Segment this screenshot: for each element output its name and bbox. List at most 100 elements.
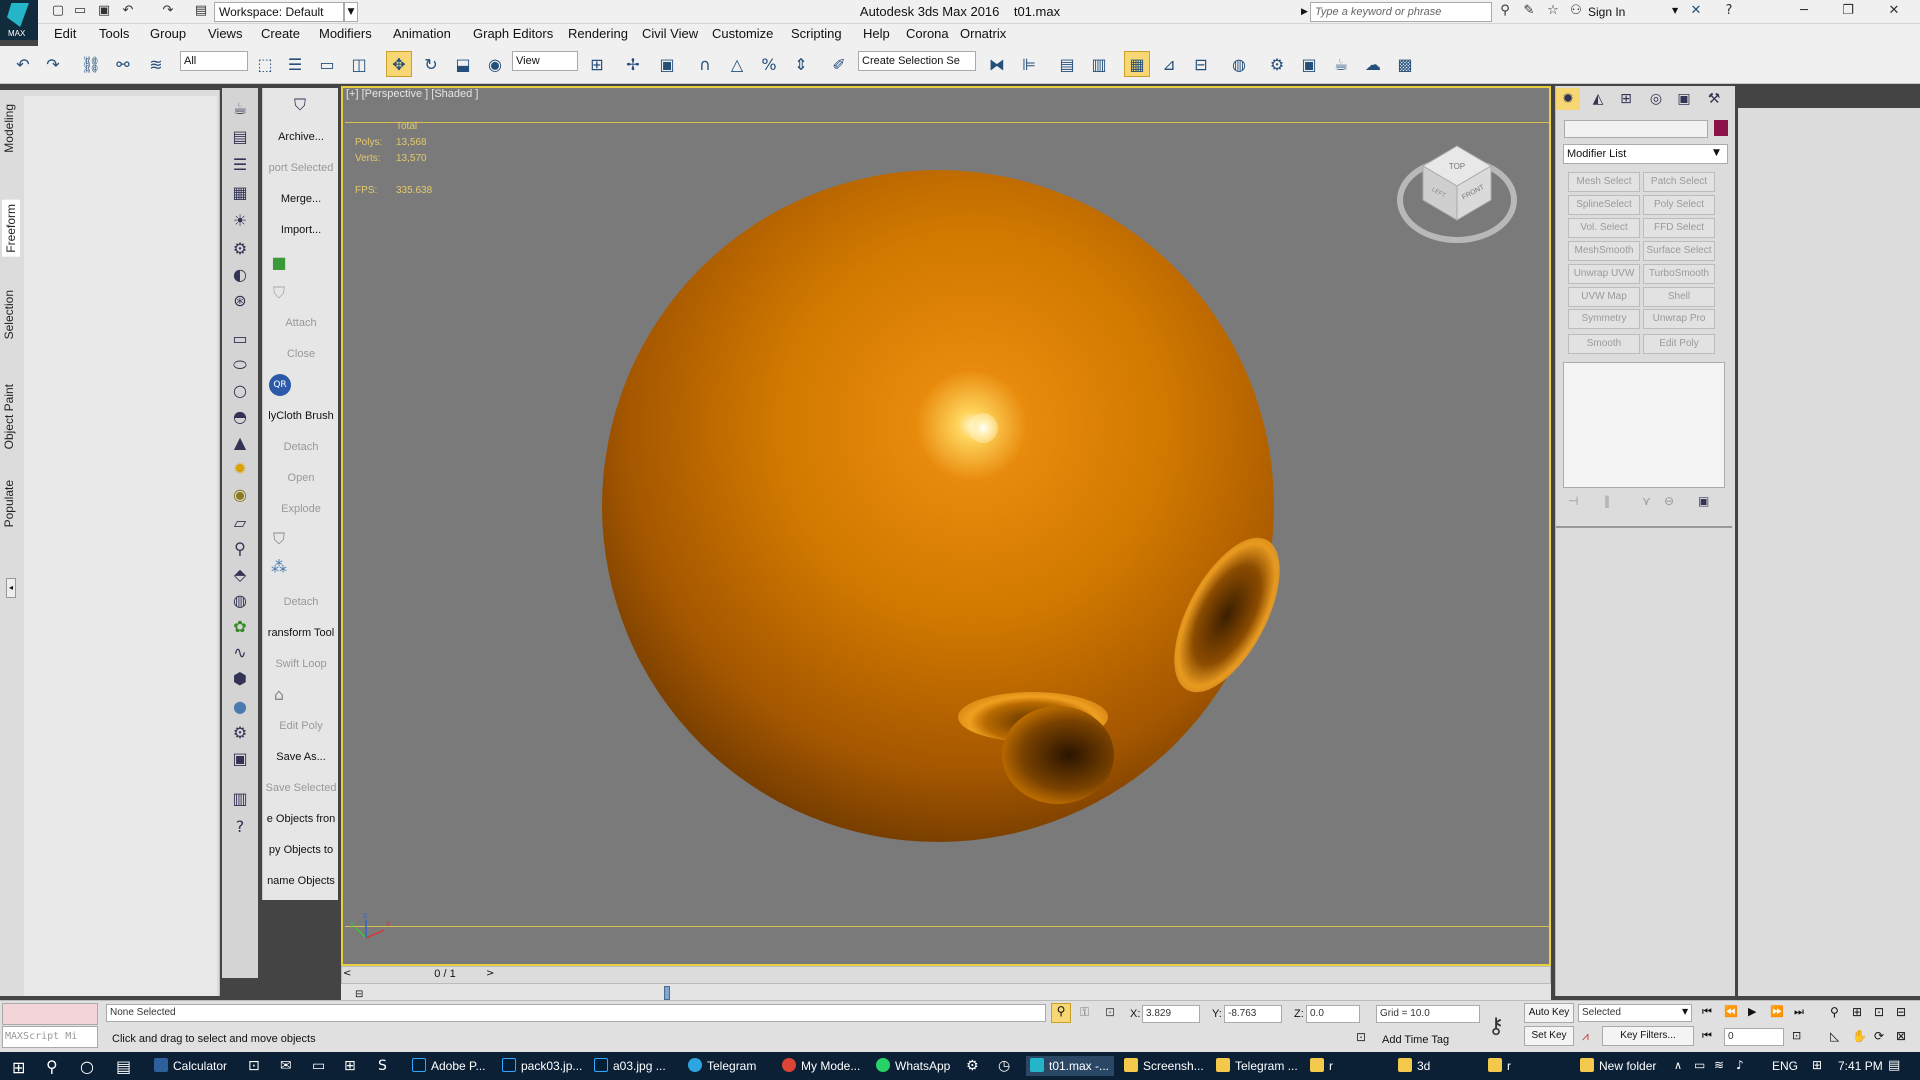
taskbar-chrome[interactable]: My Mode... — [778, 1056, 868, 1076]
rope-icon[interactable]: ∿ — [229, 642, 251, 664]
surface-select-button[interactable]: Surface Select — [1643, 241, 1715, 261]
store-icon[interactable]: ⊡ — [248, 1058, 260, 1074]
cone-icon[interactable]: ▲ — [229, 432, 251, 454]
taskbar-tool-icon[interactable]: ⚙ — [966, 1058, 979, 1074]
close-icon[interactable]: ✕ — [1886, 3, 1902, 19]
archive-button[interactable]: Archive... — [263, 131, 339, 143]
orange-sphere-object[interactable] — [602, 170, 1274, 842]
undo-toolbar-icon[interactable]: ↶ — [10, 51, 36, 77]
render-setup-icon[interactable]: ⚙ — [1264, 51, 1290, 77]
menu-ornatrix[interactable]: Ornatrix — [960, 26, 1006, 41]
object-name-field[interactable] — [1564, 120, 1708, 138]
menu-group[interactable]: Group — [150, 26, 186, 41]
explode-button[interactable]: Explode — [263, 503, 339, 515]
network-icon[interactable]: ⊞ — [344, 1058, 356, 1074]
mail-icon[interactable]: ✉ — [280, 1058, 292, 1074]
key-mode-arrow-icon[interactable]: ▼ — [1682, 1007, 1688, 1016]
settings-icon[interactable]: ▥ — [229, 788, 251, 810]
film-icon[interactable]: ⊛ — [229, 290, 251, 312]
taskbar-telegram[interactable]: Telegram — [684, 1056, 774, 1076]
configure-sets-icon[interactable]: ▣ — [1698, 494, 1709, 508]
absolute-mode-icon[interactable]: ⊡ — [1105, 1005, 1115, 1019]
ribbon-tab-modeling[interactable]: Modeling — [2, 104, 16, 153]
pivot-center-icon[interactable]: ⊞ — [584, 51, 610, 77]
time-tag-icon[interactable]: ⊡ — [1356, 1030, 1366, 1044]
go-to-end-icon[interactable]: ⏭ — [1794, 1005, 1804, 1019]
copy-objects-to-button[interactable]: py Objects to — [263, 844, 339, 856]
subscription-icon[interactable]: ✎ — [1521, 3, 1537, 19]
modifier-list-arrow-icon[interactable]: ▼ — [1713, 148, 1720, 158]
task-view-icon[interactable]: ▤ — [116, 1057, 131, 1076]
menu-rendering[interactable]: Rendering — [568, 26, 628, 41]
ribbon-expand-icon[interactable]: ◂ — [6, 578, 16, 598]
transform-tool-button[interactable]: ransform Tool — [263, 627, 339, 639]
restore-icon[interactable]: ❐ — [1840, 3, 1856, 19]
key-mode-toggle-icon[interactable]: ⏮ — [1702, 1029, 1712, 1043]
select-and-scale-icon[interactable]: ⬓ — [450, 51, 476, 77]
select-by-name-icon[interactable]: ☰ — [282, 51, 308, 77]
scene-explorer-icon[interactable]: ▦ — [1124, 51, 1150, 77]
disc-icon[interactable]: ⬭ — [229, 354, 251, 376]
open-button[interactable]: Open — [263, 472, 339, 484]
cortana-icon[interactable]: ○ — [80, 1057, 94, 1076]
utilities-tab-icon[interactable]: ⚒ — [1702, 88, 1726, 110]
language-indicator[interactable]: ENG — [1772, 1059, 1798, 1073]
time-next-icon[interactable]: > — [486, 968, 494, 979]
orbit-icon[interactable]: ⟳ — [1874, 1029, 1884, 1043]
snaps-toggle-icon[interactable]: ∩ — [692, 51, 718, 77]
camera-icon[interactable]: ⚙ — [229, 238, 251, 260]
tray-battery-icon[interactable]: ▭ — [1694, 1058, 1705, 1072]
default-tangents-icon[interactable]: ⩘ — [1582, 1029, 1589, 1044]
search-taskbar-icon[interactable]: ⚲ — [46, 1057, 58, 1076]
play-icon[interactable]: ▶ — [1748, 1005, 1756, 1018]
save-selected-button[interactable]: Save Selected — [263, 782, 339, 794]
rendered-frame-window-icon[interactable]: ▣ — [1296, 51, 1322, 77]
rock-icon[interactable]: ⬢ — [229, 668, 251, 690]
track-key-icon[interactable]: ⊟ — [355, 989, 363, 1000]
render-iterative-icon[interactable]: ☁ — [1360, 51, 1386, 77]
taskbar-new-folder[interactable]: New folder — [1576, 1056, 1672, 1076]
make-unique-icon[interactable]: ⋎ — [1642, 494, 1651, 508]
taskbar-pack03[interactable]: pack03.jp... — [498, 1056, 584, 1076]
selection-filter-dropdown[interactable]: All — [180, 51, 248, 71]
viewcube[interactable]: TOP FRONT LEFT — [1396, 142, 1518, 248]
menu-tools[interactable]: Tools — [99, 26, 129, 41]
binoculars-icon[interactable]: ⚲ — [1497, 3, 1513, 19]
unwrap-pro-button[interactable]: Unwrap Pro — [1643, 309, 1715, 329]
sign-in-arrow-icon[interactable]: ▼ — [1672, 6, 1678, 15]
green-square-icon[interactable]: ■ — [268, 252, 290, 274]
taskbar-whatsapp[interactable]: WhatsApp — [872, 1056, 962, 1076]
swift-loop-button[interactable]: Swift Loop — [263, 658, 339, 670]
sun-icon[interactable]: ✹ — [229, 458, 251, 480]
tray-network-icon[interactable]: ≋ — [1714, 1058, 1724, 1072]
open-file-icon[interactable]: ▭ — [72, 3, 88, 19]
export-selected-button[interactable]: port Selected — [263, 162, 339, 174]
zoom-all-icon[interactable]: ⊞ — [1852, 1005, 1862, 1019]
modifier-stack[interactable] — [1563, 362, 1725, 488]
x-coordinate-field[interactable]: 3.829 — [1142, 1005, 1200, 1023]
table-icon[interactable]: ▦ — [229, 182, 251, 204]
mirror-icon[interactable]: ⧓ — [984, 51, 1010, 77]
globe-icon[interactable]: ◍ — [229, 590, 251, 612]
rectangular-selection-icon[interactable]: ▭ — [314, 51, 340, 77]
help-icon[interactable]: ? — [1721, 3, 1737, 19]
skype-icon[interactable]: S — [378, 1058, 387, 1074]
search-expand-icon[interactable]: ▶ — [1301, 7, 1308, 17]
reference-coordinate-dropdown[interactable]: View — [512, 51, 578, 71]
taskbar-calculator[interactable]: Calculator — [150, 1056, 240, 1076]
edit-poly-modifier-button[interactable]: Edit Poly — [1643, 334, 1715, 354]
edit-poly-button[interactable]: Edit Poly — [263, 720, 339, 732]
render-in-cloud-icon[interactable]: ▩ — [1392, 51, 1418, 77]
menu-corona[interactable]: Corona — [906, 26, 949, 41]
new-file-icon[interactable]: ▢ — [50, 3, 66, 19]
close-button[interactable]: Close — [263, 348, 339, 360]
next-frame-icon[interactable]: ⏩ — [1770, 1005, 1784, 1018]
select-object-icon[interactable]: ⬚ — [252, 51, 278, 77]
save-as-button[interactable]: Save As... — [263, 751, 339, 763]
menu-help[interactable]: Help — [863, 26, 890, 41]
sphere-icon[interactable]: ○ — [229, 380, 251, 402]
motion-tab-icon[interactable]: ◎ — [1644, 88, 1668, 110]
select-manipulate-icon[interactable]: ✢ — [620, 51, 646, 77]
previous-frame-icon[interactable]: ⏪ — [1724, 1005, 1738, 1018]
z-coordinate-field[interactable]: 0.0 — [1306, 1005, 1360, 1023]
